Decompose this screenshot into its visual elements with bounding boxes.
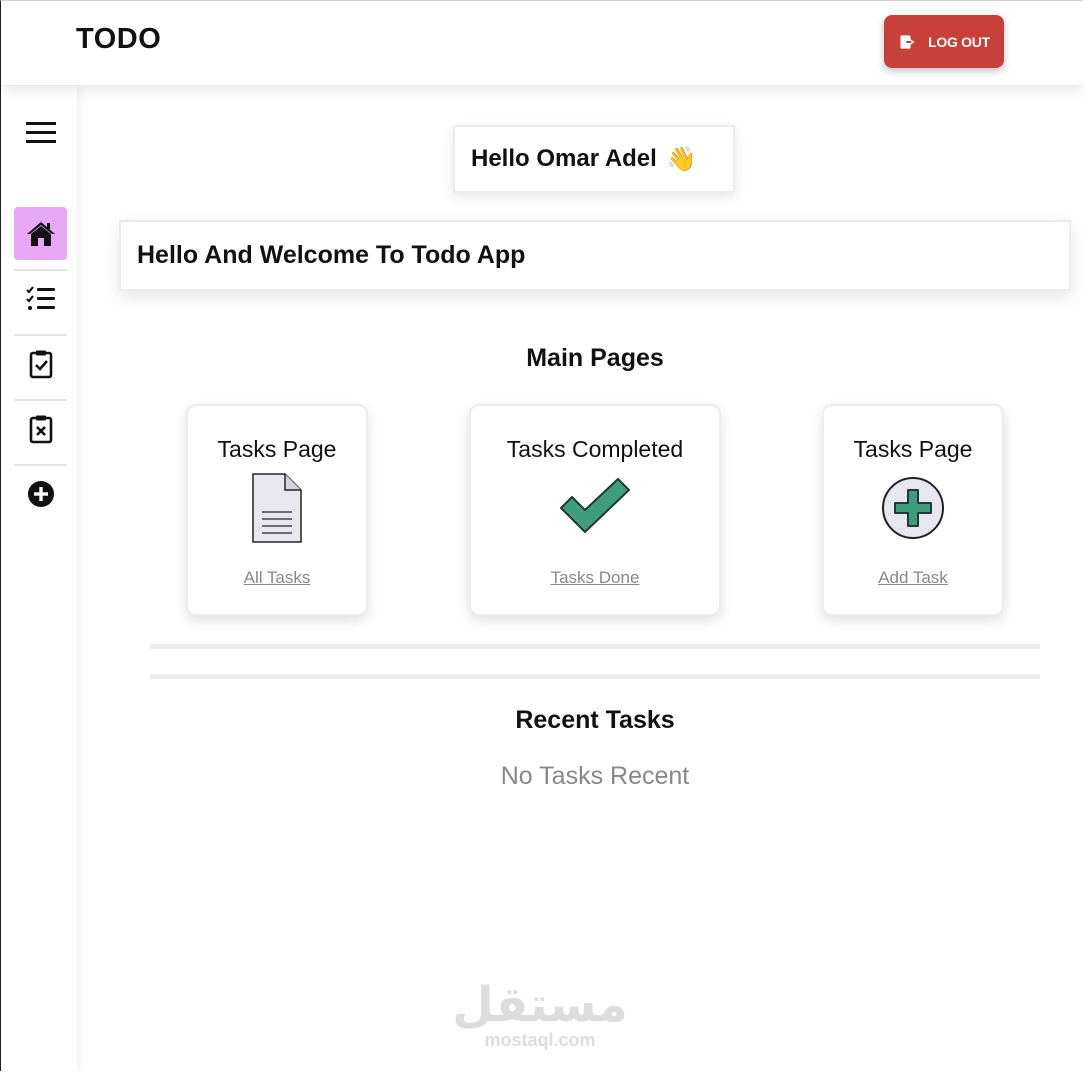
document-icon <box>251 472 303 549</box>
sidebar-item-add-task[interactable] <box>14 467 67 520</box>
greeting-text: Hello Omar Adel <box>471 145 657 172</box>
menu-icon <box>25 121 56 143</box>
card-tasks-completed[interactable]: Tasks Completed Tasks Done <box>469 404 721 616</box>
plus-circle-icon <box>881 476 945 545</box>
add-circle-icon <box>27 480 54 507</box>
watermark-latin: mostaql.com <box>484 1030 596 1050</box>
card-add-task[interactable]: Tasks Page Add Task <box>822 404 1004 616</box>
card-title: Tasks Page <box>217 436 337 462</box>
divider <box>150 644 1040 649</box>
checkmark-icon <box>559 478 631 539</box>
sidebar-divider <box>14 269 67 271</box>
greeting-card: Hello Omar Adel 👋 <box>453 125 735 193</box>
card-title: Tasks Completed <box>506 436 684 462</box>
recent-tasks-empty: No Tasks Recent <box>500 762 690 790</box>
welcome-banner: Hello And Welcome To Todo App <box>119 220 1071 291</box>
sidebar-item-home[interactable] <box>14 207 67 260</box>
app-brand: TODO <box>76 23 162 55</box>
sidebar-menu-toggle[interactable] <box>14 106 67 159</box>
logout-button[interactable]: LOG OUT <box>884 15 1004 68</box>
logout-icon <box>900 34 915 49</box>
add-task-link[interactable]: Add Task <box>824 568 1002 588</box>
watermark-arabic: مستقل <box>452 977 628 1033</box>
card-title: Tasks Page <box>853 436 973 462</box>
sidebar-divider <box>14 399 67 401</box>
sidebar-item-completed[interactable] <box>14 337 67 390</box>
watermark: مستقل mostaql.com <box>440 980 640 1050</box>
main-pages-title: Main Pages <box>526 344 664 372</box>
home-icon <box>26 221 55 246</box>
logout-label: LOG OUT <box>928 33 990 50</box>
clipboard-check-icon <box>29 350 52 378</box>
task-list-icon <box>25 285 55 310</box>
tasks-done-link[interactable]: Tasks Done <box>471 568 719 588</box>
sidebar-divider <box>14 464 67 466</box>
card-all-tasks[interactable]: Tasks Page All Tasks <box>186 404 368 616</box>
sidebar-item-tasks[interactable] <box>14 272 67 325</box>
sidebar-divider <box>14 334 67 336</box>
divider <box>150 674 1040 679</box>
wave-emoji: 👋 <box>666 145 697 173</box>
all-tasks-link[interactable]: All Tasks <box>188 568 366 588</box>
welcome-text: Hello And Welcome To Todo App <box>137 241 526 269</box>
top-header: TODO LOG OUT <box>1 1 1084 85</box>
sidebar-item-incomplete[interactable] <box>14 402 67 455</box>
sidebar <box>1 86 77 1072</box>
recent-tasks-title: Recent Tasks <box>515 706 675 734</box>
clipboard-x-icon <box>29 415 52 443</box>
